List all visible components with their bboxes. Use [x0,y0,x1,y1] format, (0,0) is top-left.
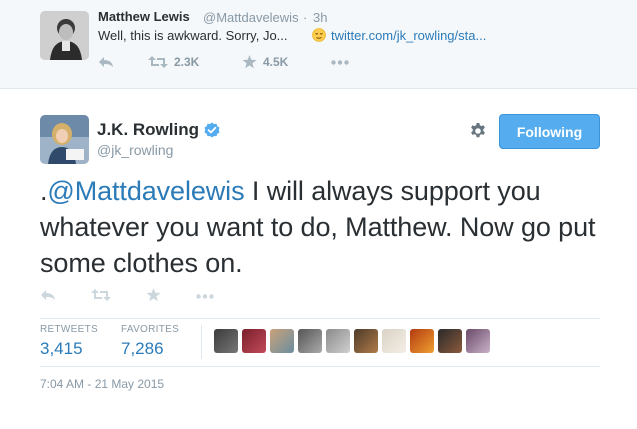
retweet-button[interactable]: 2.3K [148,55,199,69]
favoriter-avatar[interactable] [298,329,322,353]
more-button[interactable] [196,294,214,299]
favorites-stat[interactable]: FAVORITES 7,286 [121,324,179,359]
favoriter-avatar[interactable] [270,329,294,353]
reply-button[interactable] [98,55,114,69]
verified-badge-icon [204,122,220,138]
retweets-count[interactable]: 3,415 [40,339,98,359]
star-icon [242,55,257,69]
favorite-button[interactable] [146,288,161,302]
favoriter-avatar[interactable] [354,329,378,353]
avatar-jk-rowling[interactable] [40,115,89,164]
favorites-label: FAVORITES [121,324,180,335]
favoriter-avatars [214,329,490,353]
tweet-text: Well, this is awkward. Sorry, Jo... [98,28,288,43]
author-handle[interactable]: @Mattdavelewis [203,10,299,25]
favoriter-avatar[interactable] [438,329,462,353]
reply-icon [41,290,55,300]
author-handle[interactable]: @jk_rowling [97,142,173,158]
star-icon [146,288,161,302]
retweet-icon [148,56,168,68]
favorite-button[interactable]: 4.5K [242,55,288,69]
more-dots-icon [196,294,214,299]
retweets-label: RETWEETS [40,324,98,335]
favoriter-avatar[interactable] [382,329,406,353]
more-button[interactable] [331,60,349,65]
stats-separator [201,325,202,359]
following-button[interactable]: Following [499,114,600,149]
favorite-count: 4.5K [263,55,289,69]
favoriter-avatar[interactable] [410,329,434,353]
stats-bottom-divider [40,366,600,367]
reply-icon [99,57,113,67]
parent-tweet[interactable]: Matthew Lewis @Mattdavelewis · 3h Well, … [0,0,637,89]
reply-button[interactable] [40,288,56,302]
favoriter-avatar[interactable] [242,329,266,353]
relieved-face-emoji-icon [312,28,326,42]
retweet-count: 2.3K [174,55,200,69]
more-dots-icon [331,60,349,65]
stats-top-divider [40,318,600,319]
favorites-count[interactable]: 7,286 [121,339,179,359]
tweet-link[interactable]: twitter.com/jk_rowling/sta... [331,28,486,43]
author-name[interactable]: J.K. Rowling [97,120,199,140]
retweets-stat[interactable]: RETWEETS 3,415 [40,324,98,359]
author-name[interactable]: Matthew Lewis [98,9,190,24]
tweet-actions: 2.3K 4.5K [98,55,398,75]
retweet-icon [91,289,111,301]
mention-link[interactable]: @Mattdavelewis [47,176,244,206]
favoriter-avatar[interactable] [214,329,238,353]
tweet-timestamp[interactable]: 7:04 AM - 21 May 2015 [40,377,164,391]
retweet-button[interactable] [91,288,111,302]
separator-dot: · [303,10,308,25]
author-name-line: J.K. Rowling [97,120,220,140]
tweet-actions [40,288,340,308]
avatar-matthew-lewis[interactable] [40,11,89,60]
favoriter-avatar[interactable] [466,329,490,353]
tweet-text: .@Mattdavelewis I will always support yo… [40,173,620,281]
tweet-time[interactable]: 3h [313,10,327,25]
favoriter-avatar[interactable] [326,329,350,353]
gear-icon[interactable] [469,122,487,140]
